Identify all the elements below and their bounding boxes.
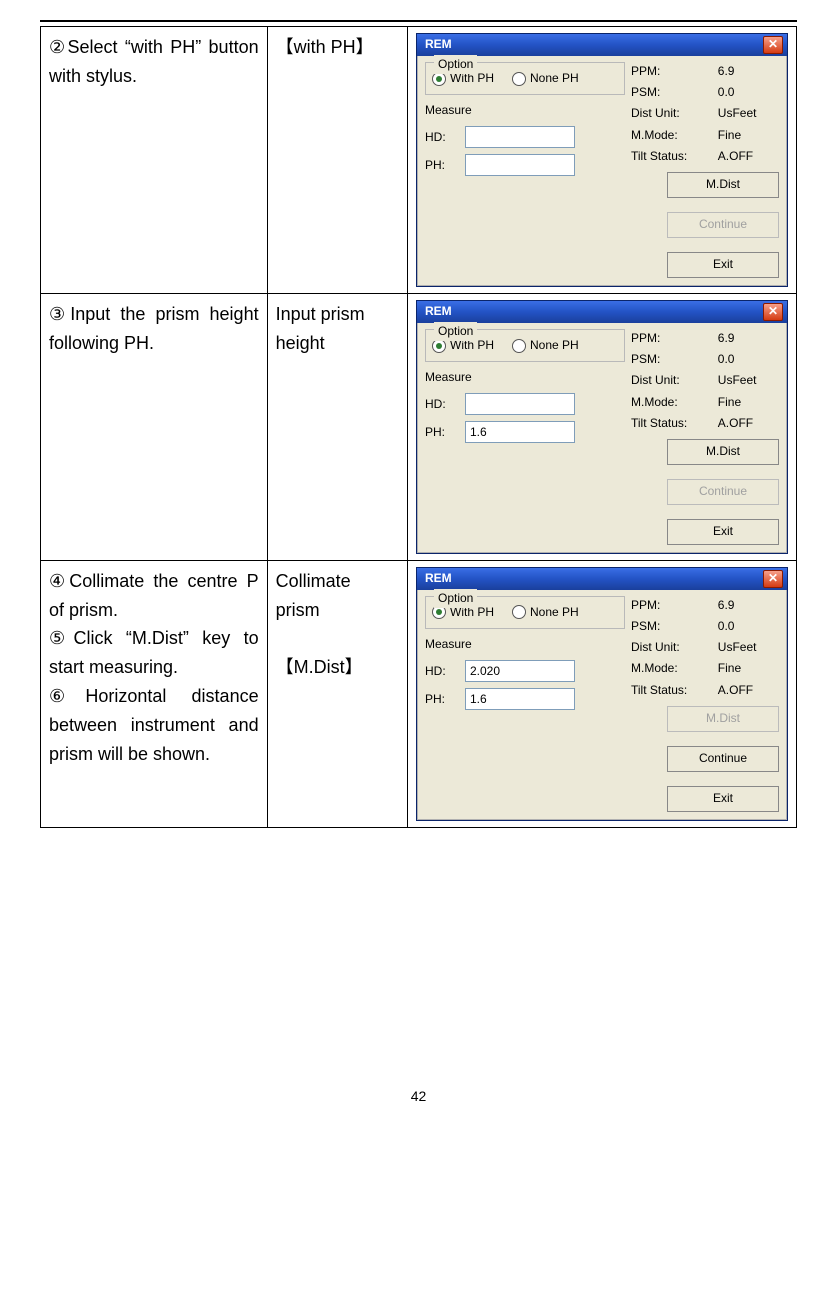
table-row: ③Input the prism height following PH.Inp…	[41, 293, 797, 560]
instruction-table: ②Select “with PH” button with stylus.【wi…	[40, 26, 797, 828]
info-panel: PPM:6.9 PSM:0.0 Dist Unit:UsFeet M.Mode:…	[631, 329, 779, 433]
info-panel: PPM:6.9 PSM:0.0 Dist Unit:UsFeet M.Mode:…	[631, 596, 779, 700]
table-row: ④Collimate the centre P of prism.⑤Click …	[41, 560, 797, 827]
window-title: REM	[421, 302, 763, 321]
hd-input[interactable]	[465, 126, 575, 148]
screenshot-cell: REM ✕ Option With PH None PH	[408, 293, 797, 560]
none-ph-label: None PH	[530, 336, 579, 355]
window-title: REM	[421, 35, 763, 54]
description-cell: ④Collimate the centre P of prism.⑤Click …	[41, 560, 268, 827]
rem-window: REM ✕ Option With PH None PH	[416, 300, 788, 554]
measure-label: Measure	[425, 635, 625, 654]
ph-label: PH:	[425, 423, 455, 442]
titlebar: REM ✕	[417, 568, 787, 590]
option-group: Option With PH None PH	[425, 62, 625, 95]
none-ph-radio[interactable]: None PH	[512, 603, 579, 622]
ph-label: PH:	[425, 690, 455, 709]
table-row: ②Select “with PH” button with stylus.【wi…	[41, 27, 797, 294]
hd-input[interactable]: 2.020	[465, 660, 575, 682]
mdist-button[interactable]: M.Dist	[667, 172, 779, 198]
mdist-button[interactable]: M.Dist	[667, 439, 779, 465]
page-number: 42	[40, 1088, 797, 1114]
hd-label: HD:	[425, 395, 455, 414]
none-ph-label: None PH	[530, 69, 579, 88]
action-cell: Input prism height	[267, 293, 407, 560]
hd-label: HD:	[425, 662, 455, 681]
ph-label: PH:	[425, 156, 455, 175]
none-ph-radio[interactable]: None PH	[512, 336, 579, 355]
exit-button[interactable]: Exit	[667, 786, 779, 812]
option-label: Option	[434, 322, 477, 341]
option-label: Option	[434, 55, 477, 74]
description-cell: ②Select “with PH” button with stylus.	[41, 27, 268, 294]
action-cell: 【with PH】	[267, 27, 407, 294]
mdist-button[interactable]: M.Dist	[667, 706, 779, 732]
rem-window: REM ✕ Option With PH None PH	[416, 33, 788, 287]
measure-label: Measure	[425, 101, 625, 120]
screenshot-cell: REM ✕ Option With PH None PH	[408, 27, 797, 294]
option-group: Option With PH None PH	[425, 329, 625, 362]
continue-button[interactable]: Continue	[667, 746, 779, 772]
none-ph-label: None PH	[530, 603, 579, 622]
option-label: Option	[434, 589, 477, 608]
close-icon[interactable]: ✕	[763, 36, 783, 54]
titlebar: REM ✕	[417, 301, 787, 323]
close-icon[interactable]: ✕	[763, 303, 783, 321]
ph-input[interactable]: 1.6	[465, 421, 575, 443]
option-group: Option With PH None PH	[425, 596, 625, 629]
continue-button[interactable]: Continue	[667, 479, 779, 505]
window-title: REM	[421, 569, 763, 588]
info-panel: PPM:6.9 PSM:0.0 Dist Unit:UsFeet M.Mode:…	[631, 62, 779, 166]
close-icon[interactable]: ✕	[763, 570, 783, 588]
ph-input[interactable]: 1.6	[465, 688, 575, 710]
measure-label: Measure	[425, 368, 625, 387]
hd-input[interactable]	[465, 393, 575, 415]
exit-button[interactable]: Exit	[667, 519, 779, 545]
hd-label: HD:	[425, 128, 455, 147]
continue-button[interactable]: Continue	[667, 212, 779, 238]
screenshot-cell: REM ✕ Option With PH None PH	[408, 560, 797, 827]
action-cell: Collimate prism【M.Dist】	[267, 560, 407, 827]
titlebar: REM ✕	[417, 34, 787, 56]
rem-window: REM ✕ Option With PH None PH	[416, 567, 788, 821]
exit-button[interactable]: Exit	[667, 252, 779, 278]
description-cell: ③Input the prism height following PH.	[41, 293, 268, 560]
ph-input[interactable]	[465, 154, 575, 176]
none-ph-radio[interactable]: None PH	[512, 69, 579, 88]
